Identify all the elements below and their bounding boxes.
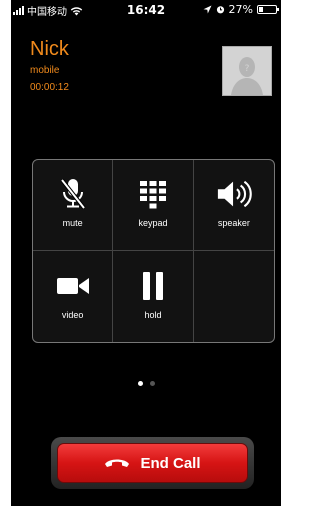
keypad-button[interactable]: keypad bbox=[113, 160, 194, 251]
caller-phone-type: mobile bbox=[30, 65, 60, 76]
call-screen: 中国移动 16:42 27% Nick mobile 00:00:12 ? mu… bbox=[11, 0, 281, 506]
page-dot-1[interactable] bbox=[137, 381, 143, 386]
battery-fill bbox=[259, 7, 263, 12]
keypad-label: keypad bbox=[138, 218, 168, 228]
call-controls-panel: mute keypad speaker video hold bbox=[32, 159, 275, 343]
mute-label: mute bbox=[62, 218, 83, 228]
empty-slot bbox=[194, 251, 274, 342]
battery-icon bbox=[257, 5, 279, 14]
caller-name: Nick bbox=[30, 38, 69, 60]
battery-percent: 27% bbox=[228, 3, 253, 16]
end-call-label: End Call bbox=[140, 454, 201, 472]
status-bar: 中国移动 16:42 27% bbox=[11, 0, 281, 20]
speaker-label: speaker bbox=[217, 218, 250, 228]
hold-button[interactable]: hold bbox=[113, 251, 194, 342]
page-dot-2[interactable] bbox=[149, 381, 155, 386]
location-arrow-icon bbox=[203, 5, 212, 14]
call-duration: 00:00:12 bbox=[30, 82, 69, 93]
mute-button[interactable]: mute bbox=[33, 160, 114, 251]
video-label: video bbox=[61, 309, 84, 320]
svg-text:?: ? bbox=[245, 64, 250, 74]
status-right: 27% bbox=[203, 3, 279, 16]
mute-mic-icon bbox=[55, 176, 91, 212]
page-indicator[interactable] bbox=[11, 381, 281, 386]
speaker-icon bbox=[216, 176, 252, 212]
contact-placeholder-icon: ? bbox=[222, 46, 272, 96]
video-button[interactable]: video bbox=[33, 251, 114, 342]
hang-up-phone-icon bbox=[105, 459, 130, 467]
pause-icon bbox=[135, 268, 171, 304]
hold-label: hold bbox=[144, 309, 162, 320]
speaker-button[interactable]: speaker bbox=[193, 160, 274, 251]
video-camera-icon bbox=[55, 268, 91, 304]
keypad-icon bbox=[135, 176, 171, 212]
end-call-button[interactable]: End Call bbox=[52, 438, 253, 488]
alarm-icon bbox=[216, 6, 224, 14]
